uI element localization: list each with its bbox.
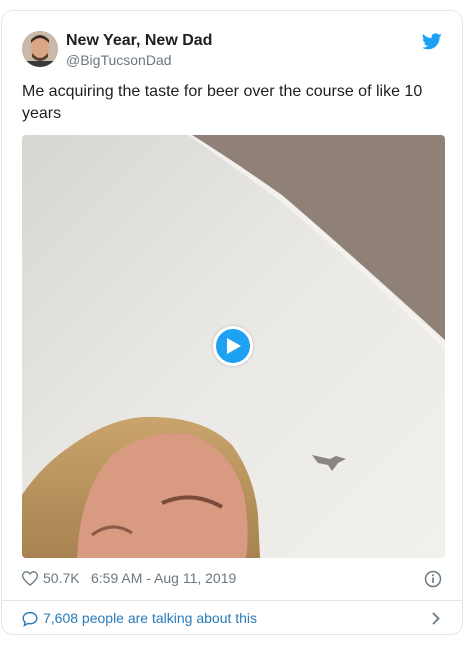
play-icon — [227, 338, 241, 354]
speech-bubble-icon — [22, 611, 38, 627]
embedded-tweet-card: New Year, New Dad @BigTucsonDad Me acqui… — [1, 10, 463, 635]
author-display-name[interactable]: New Year, New Dad — [66, 31, 212, 51]
twitter-bird-icon[interactable] — [421, 33, 442, 51]
tweet-meta: 50.7K 6:59 AM - Aug 11, 2019 — [22, 569, 442, 589]
info-icon[interactable] — [424, 570, 442, 588]
conversation-link[interactable]: 7,608 people are talking about this — [22, 609, 442, 629]
chevron-right-icon[interactable] — [432, 612, 440, 625]
author-names: New Year, New Dad @BigTucsonDad — [66, 31, 212, 69]
video-thumbnail[interactable] — [22, 135, 445, 558]
conversation-text[interactable]: 7,608 people are talking about this — [43, 610, 257, 626]
tweet-text: Me acquiring the taste for beer over the… — [22, 83, 423, 122]
avatar[interactable] — [22, 31, 58, 67]
heart-icon[interactable] — [22, 571, 38, 586]
like-count[interactable]: 50.7K — [43, 570, 80, 586]
tweet-timestamp[interactable]: 6:59 AM - Aug 11, 2019 — [91, 570, 236, 586]
play-button[interactable] — [213, 326, 253, 366]
divider — [2, 600, 462, 601]
tweet-header: New Year, New Dad @BigTucsonDad — [22, 31, 442, 71]
author-handle[interactable]: @BigTucsonDad — [66, 51, 212, 69]
